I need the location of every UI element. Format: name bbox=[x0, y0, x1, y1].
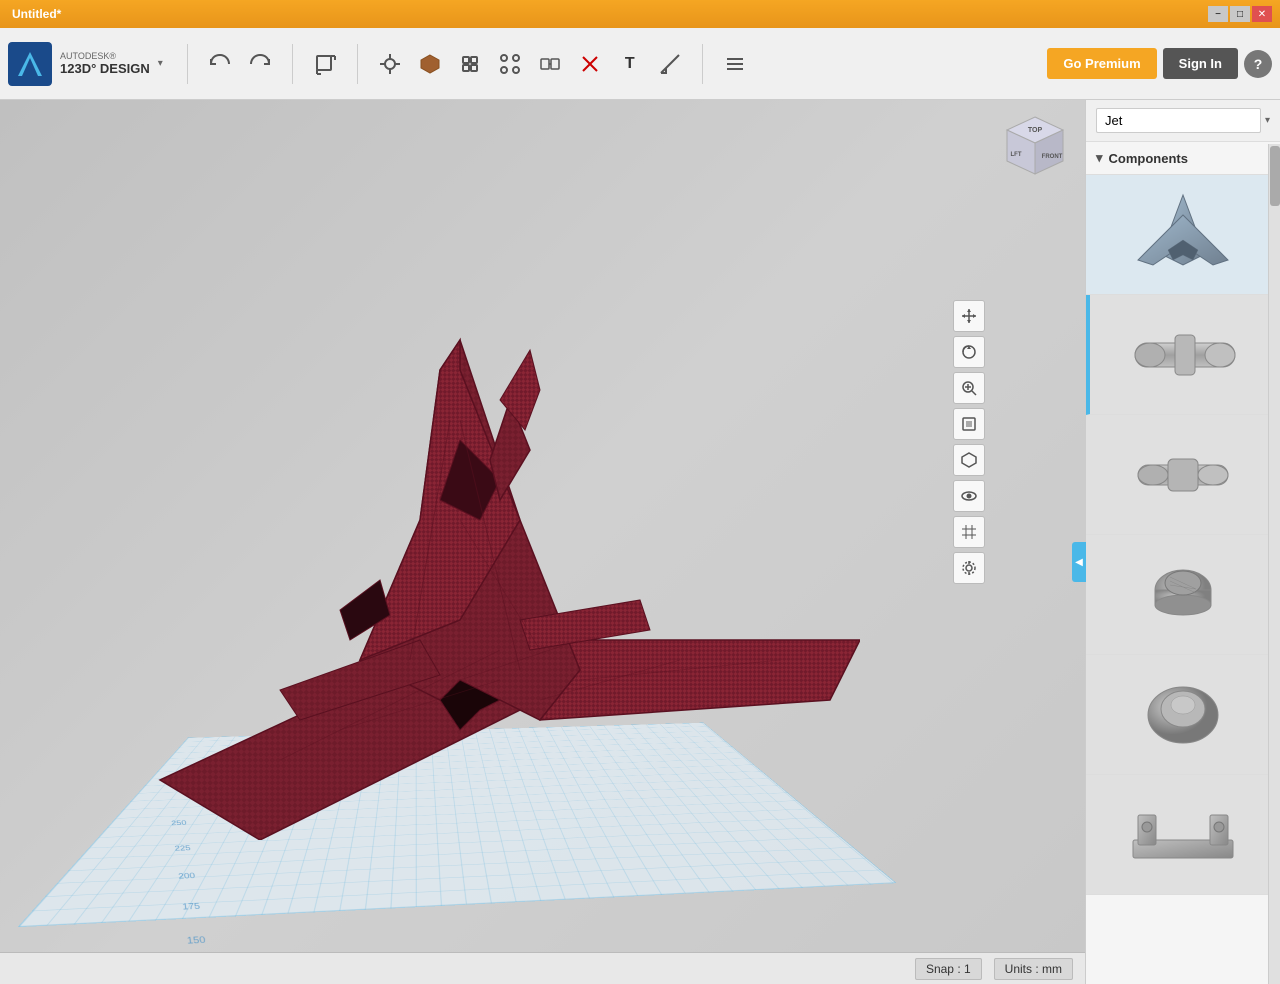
component-thumb-6 bbox=[1118, 785, 1248, 885]
redo-button[interactable] bbox=[242, 46, 278, 82]
group-button[interactable] bbox=[532, 46, 568, 82]
component-item-2[interactable] bbox=[1086, 295, 1280, 415]
sketch-button[interactable] bbox=[372, 46, 408, 82]
insert-group bbox=[305, 46, 345, 82]
panel-scrollbar[interactable] bbox=[1268, 144, 1280, 984]
component-item-4[interactable] bbox=[1086, 535, 1280, 655]
undo-redo-group bbox=[200, 46, 280, 82]
logo-icon bbox=[8, 42, 52, 86]
toolbar: AUTODESK® 123D° DESIGN ▾ bbox=[0, 28, 1280, 100]
brand-text: AUTODESK® 123D° DESIGN bbox=[60, 51, 150, 76]
modify-button[interactable] bbox=[452, 46, 488, 82]
component-item-5[interactable] bbox=[1086, 655, 1280, 775]
snap-status[interactable]: Snap : 1 bbox=[915, 958, 982, 980]
divider-1 bbox=[187, 44, 188, 84]
panel-header: Jet ▾ bbox=[1086, 100, 1280, 142]
premium-button[interactable]: Go Premium bbox=[1047, 48, 1156, 79]
text-button[interactable]: T bbox=[612, 46, 648, 82]
divider-2 bbox=[292, 44, 293, 84]
view-cube[interactable]: TOP LFT FRONT bbox=[998, 112, 1073, 187]
right-panel: ◀ Jet ▾ ▾ Components bbox=[1085, 100, 1280, 984]
viewport[interactable]: 250 225 200 175 150 125 100 75 50 25 bbox=[0, 100, 1085, 984]
svg-text:TOP: TOP bbox=[1028, 127, 1043, 134]
component-thumb-2 bbox=[1120, 305, 1250, 405]
measure-button[interactable] bbox=[652, 46, 688, 82]
components-label: Components bbox=[1109, 151, 1188, 166]
expand-tab[interactable]: ◀ bbox=[1072, 542, 1086, 582]
insert-button[interactable] bbox=[307, 46, 343, 82]
layers-button[interactable] bbox=[717, 46, 753, 82]
canvas-area[interactable]: 250 225 200 175 150 125 100 75 50 25 bbox=[0, 100, 1085, 984]
vp-grid-button[interactable] bbox=[953, 516, 985, 548]
minimize-button[interactable]: − bbox=[1208, 6, 1228, 22]
vp-eye-button[interactable] bbox=[953, 480, 985, 512]
maximize-button[interactable]: □ bbox=[1230, 6, 1250, 22]
vp-iso-button[interactable] bbox=[953, 444, 985, 476]
statusbar: Snap : 1 Units : mm bbox=[0, 952, 1085, 984]
vp-fit-button[interactable] bbox=[953, 408, 985, 440]
component-thumb-3 bbox=[1118, 425, 1248, 525]
signin-button[interactable]: Sign In bbox=[1163, 48, 1238, 79]
scrollbar-thumb[interactable] bbox=[1270, 146, 1280, 206]
components-collapse-arrow[interactable]: ▾ bbox=[1096, 150, 1103, 166]
divider-4 bbox=[702, 44, 703, 84]
logo-area: AUTODESK® 123D° DESIGN ▾ bbox=[8, 42, 163, 86]
svg-text:FRONT: FRONT bbox=[1042, 154, 1063, 160]
construct-button[interactable] bbox=[412, 46, 448, 82]
jet-model bbox=[80, 220, 860, 840]
main-area: 250 225 200 175 150 125 100 75 50 25 bbox=[0, 100, 1280, 984]
close-button[interactable]: ✕ bbox=[1252, 6, 1272, 22]
title-text: Untitled* bbox=[12, 7, 1206, 21]
vp-zoom-button[interactable] bbox=[953, 372, 985, 404]
component-item-6[interactable] bbox=[1086, 775, 1280, 895]
dropdown-arrow-icon: ▾ bbox=[1265, 115, 1270, 126]
component-item-3[interactable] bbox=[1086, 415, 1280, 535]
component-thumb-1 bbox=[1118, 185, 1248, 285]
brand-bottom: 123D° DESIGN bbox=[60, 61, 150, 76]
titlebar: Untitled* − □ ✕ bbox=[0, 0, 1280, 28]
component-thumb-5 bbox=[1118, 665, 1248, 765]
brand-dropdown-arrow[interactable]: ▾ bbox=[158, 58, 163, 69]
tools-group: T bbox=[370, 46, 690, 82]
vp-snap-button[interactable] bbox=[953, 552, 985, 584]
component-thumb-4 bbox=[1118, 545, 1248, 645]
units-status[interactable]: Units : mm bbox=[994, 958, 1073, 980]
components-header: ▾ Components bbox=[1086, 142, 1280, 175]
brand-top: AUTODESK® bbox=[60, 51, 150, 61]
viewport-toolbar bbox=[953, 300, 985, 584]
combine-button[interactable] bbox=[572, 46, 608, 82]
undo-button[interactable] bbox=[202, 46, 238, 82]
help-button[interactable]: ? bbox=[1244, 50, 1272, 78]
component-item-1[interactable] bbox=[1086, 175, 1280, 295]
divider-3 bbox=[357, 44, 358, 84]
layers-group bbox=[715, 46, 755, 82]
components-list bbox=[1086, 175, 1280, 984]
vp-pan-button[interactable] bbox=[953, 300, 985, 332]
pattern-button[interactable] bbox=[492, 46, 528, 82]
svg-text:LFT: LFT bbox=[1011, 152, 1022, 158]
library-dropdown[interactable]: Jet bbox=[1096, 108, 1261, 133]
vp-rotate-button[interactable] bbox=[953, 336, 985, 368]
